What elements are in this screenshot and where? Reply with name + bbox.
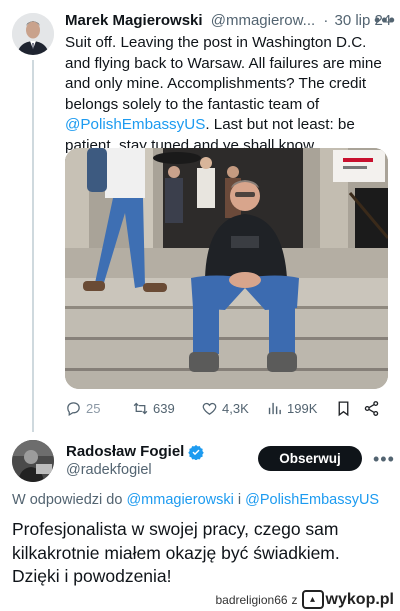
wykop-logo: ▴ wykop.pl xyxy=(301,590,394,609)
follow-button[interactable]: Obserwuj xyxy=(258,446,362,471)
tweet-actions: 25 639 4,3K 199K xyxy=(65,400,385,420)
share-button[interactable] xyxy=(363,400,384,417)
share-icon xyxy=(364,401,379,416)
wykop-logo-icon: ▴ xyxy=(301,590,324,609)
reply-mention-link[interactable]: @PolishEmbassyUS xyxy=(245,492,379,508)
like-button[interactable]: 4,3K xyxy=(201,400,249,417)
thread-line xyxy=(32,60,34,432)
like-count: 4,3K xyxy=(222,401,249,416)
retweet-icon xyxy=(133,402,148,415)
reply-prefix: W odpowiedzi do xyxy=(12,492,127,508)
reply-count: 25 xyxy=(86,401,101,416)
author-name[interactable]: Marek Magierowski xyxy=(65,12,203,29)
more-icon[interactable]: ••• xyxy=(373,449,395,470)
mention-link[interactable]: @PolishEmbassyUS xyxy=(65,116,205,133)
views-count: 199K xyxy=(287,401,318,416)
reply-mention-link[interactable]: @mmagierowski xyxy=(126,492,233,508)
author-handle[interactable]: @radekfogiel xyxy=(66,462,152,478)
tweet-text: Profesjonalista w swojej pracy, czego sa… xyxy=(12,519,340,586)
watermark-site: wykop.pl xyxy=(325,590,394,608)
reply-button[interactable]: 25 xyxy=(65,400,100,417)
more-icon[interactable]: ••• xyxy=(374,10,396,31)
verified-icon xyxy=(188,444,205,460)
watermark-user: badreligion66 xyxy=(215,592,288,607)
tweet-header: Marek Magierowski @mmagierow... · 30 lip… xyxy=(65,12,391,29)
views-icon xyxy=(268,402,281,415)
reply-conj: i xyxy=(233,492,246,508)
retweet-count: 639 xyxy=(153,401,175,416)
bookmark-button[interactable] xyxy=(335,400,356,417)
tweet-text-part1: Suit off. Leaving the post in Washington… xyxy=(65,34,382,113)
author-avatar[interactable] xyxy=(12,440,54,482)
author-name[interactable]: Radosław Fogiel xyxy=(66,443,184,460)
watermark-connector: z xyxy=(291,592,298,607)
retweet-button[interactable]: 639 xyxy=(132,400,175,417)
views-button[interactable]: 199K xyxy=(266,400,317,417)
reply-context: W odpowiedzi do @mmagierowski i @PolishE… xyxy=(12,492,379,508)
watermark: badreligion66 z ▴ wykop.pl xyxy=(215,590,394,609)
tweet-photo[interactable] xyxy=(65,148,388,389)
author-avatar[interactable] xyxy=(12,13,54,55)
author-name-row: Radosław Fogiel xyxy=(66,443,205,460)
tweet-text: Suit off. Leaving the post in Washington… xyxy=(65,33,390,156)
header-separator: · xyxy=(323,12,329,29)
like-icon xyxy=(202,402,217,415)
author-handle[interactable]: @mmagierow... xyxy=(211,12,315,29)
reply-icon xyxy=(67,402,80,417)
bookmark-icon xyxy=(338,401,349,417)
